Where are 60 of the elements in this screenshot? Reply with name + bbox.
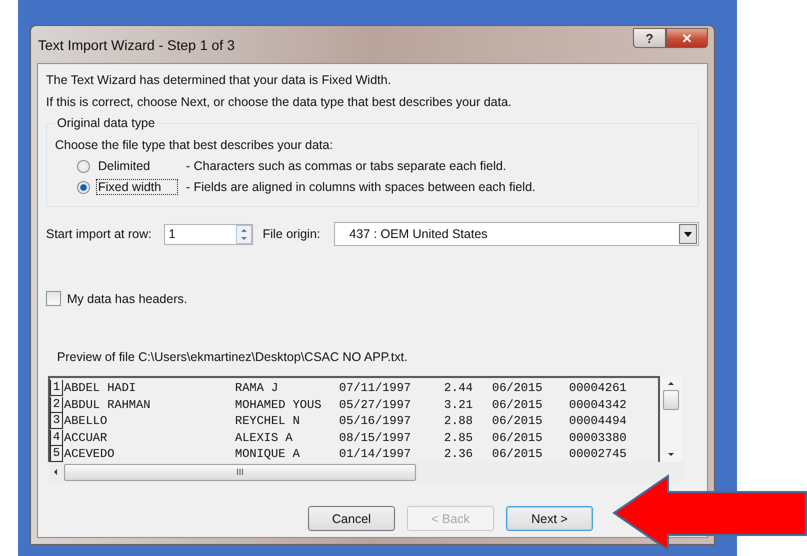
table-cell-text: 06/2015 xyxy=(492,381,544,396)
table-cell-text: RAMA J xyxy=(235,381,280,396)
info-text: If this is correct, choose Next, or choose the data type that best describes your data. xyxy=(46,95,513,109)
radio-button[interactable] xyxy=(77,180,90,194)
table-cell-text: 3.21 xyxy=(444,398,474,412)
table-cell-text: 06/2015 xyxy=(492,430,544,445)
table-cell-text: ALEXIS A xyxy=(235,430,294,445)
table-cell-text: 08/15/1997 xyxy=(339,430,412,445)
dialog-button[interactable]: Cancel xyxy=(308,506,395,531)
table-cell-text: REYCHEL N xyxy=(235,414,301,428)
table-cell-text: 2.85 xyxy=(444,430,474,445)
table-cell-text: ABDUL RAHMAN xyxy=(64,398,152,412)
checkbox[interactable] xyxy=(46,291,61,306)
radio-button[interactable] xyxy=(77,160,90,172)
table-cell-text: ACEVEDO xyxy=(64,447,116,462)
start-row-spinner[interactable]: 1 xyxy=(164,224,253,244)
vertical-scrollbar[interactable] xyxy=(660,376,682,462)
checkbox-label[interactable]: My data has headers. xyxy=(67,292,188,306)
scroll-thumb[interactable]: III xyxy=(64,464,416,480)
table-cell-text: 06/2015 xyxy=(492,414,544,428)
spin-arrows-icon[interactable] xyxy=(236,224,252,244)
table-cell-text: 00003380 xyxy=(569,430,628,445)
file-origin-dropdown[interactable]: 437 : OEM United States xyxy=(334,222,699,246)
table-cell-text: MOHAMED YOUS xyxy=(235,398,322,412)
start-row-label: Start import at row: xyxy=(46,227,152,241)
row-number: 3 xyxy=(50,413,63,430)
option-description: - Fields are aligned in columns with spaces between each field. xyxy=(186,180,536,194)
dialog-button[interactable]: Next > xyxy=(506,506,593,531)
window-title: Text Import Wizard - Step 1 of 3 xyxy=(38,37,235,53)
row-number: 4 xyxy=(50,430,63,446)
option-description: - Characters such as commas or tabs separate each field. xyxy=(186,159,506,173)
table-cell-text: 06/2015 xyxy=(492,447,544,462)
table-cell-text: 07/11/1997 xyxy=(339,381,412,396)
table-cell-text: 2.36 xyxy=(444,447,474,462)
row-number: 2 xyxy=(50,396,63,413)
table-cell-text: ACCUAR xyxy=(64,430,108,445)
help-button[interactable]: ? xyxy=(633,28,666,48)
table-cell-text: 05/16/1997 xyxy=(339,414,412,428)
table-cell-text: ABDEL HADI xyxy=(64,381,138,396)
table-cell-text: 2.44 xyxy=(444,381,474,396)
table-cell-text: MONIQUE A xyxy=(235,447,301,462)
radio-label[interactable]: Fixed width xyxy=(96,179,178,195)
close-button[interactable]: ✕ xyxy=(666,28,708,48)
table-cell-text: ABELLO xyxy=(64,414,108,428)
group-title: Original data type xyxy=(56,116,156,130)
table-cell-text: 00004342 xyxy=(569,398,628,412)
table-cell-text: 00002745 xyxy=(569,447,628,462)
row-number: 1 xyxy=(50,380,63,396)
table-cell-text: 05/27/1997 xyxy=(339,398,412,412)
table-cell-text: 00004494 xyxy=(569,414,628,428)
info-text: The Text Wizard has determined that your data is Fixed Width. xyxy=(46,73,392,87)
scroll-thumb[interactable] xyxy=(663,390,679,410)
prompt-text: Choose the file type that best describes your data: xyxy=(55,138,334,152)
table-cell-text: 06/2015 xyxy=(492,398,544,412)
table-cell-text: 2.88 xyxy=(444,414,474,428)
radio-label[interactable]: Delimited xyxy=(96,158,178,174)
file-origin-label: File origin: xyxy=(262,227,320,241)
table-cell-text: 01/14/1997 xyxy=(339,447,412,462)
preview-label: Preview of file C:\Users\ekmartinez\Desktop\CSAC NO APP.txt. xyxy=(57,350,409,364)
table-cell-text: 00004261 xyxy=(569,381,628,396)
